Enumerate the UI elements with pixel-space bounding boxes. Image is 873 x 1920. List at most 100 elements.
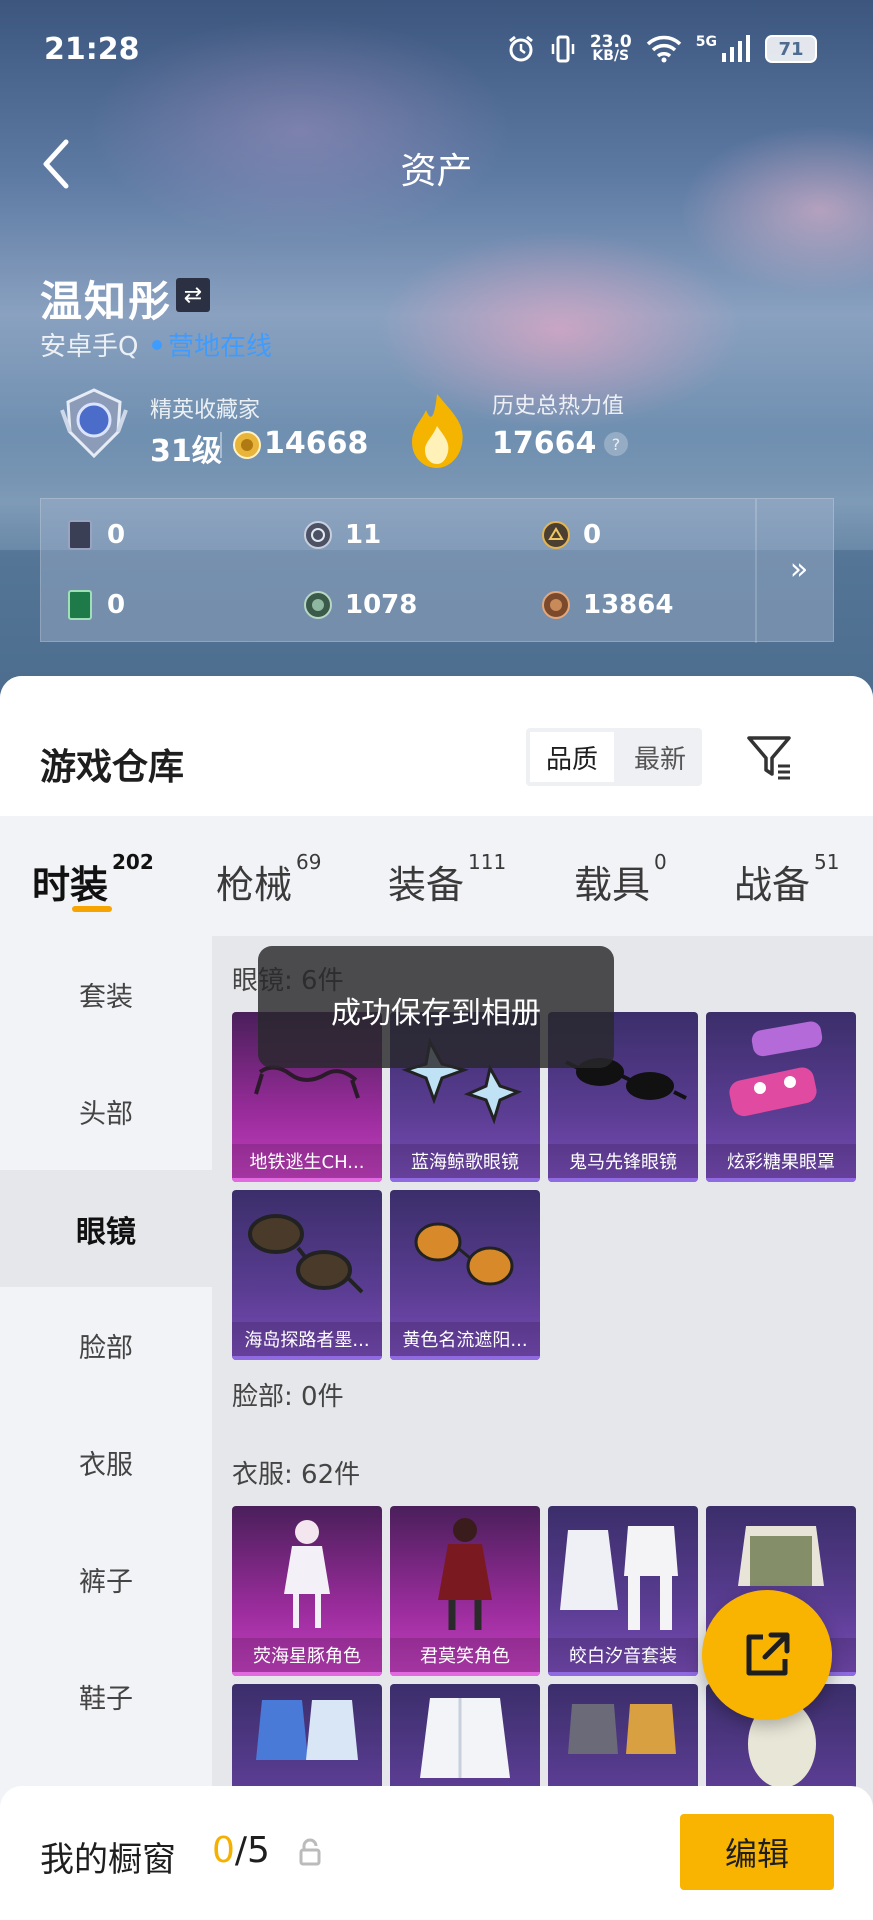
item-name: 炫彩糖果眼罩 [706,1144,856,1182]
item-card[interactable]: 海岛探路者墨... [232,1190,382,1360]
tab-equipment[interactable]: 装备111 [388,850,506,909]
item-card[interactable]: 黄色名流遮阳... [390,1190,540,1360]
rarity-bar [232,1356,382,1360]
tab-label: 载具 [574,863,651,907]
rarity-bar [548,1178,698,1182]
sort-quality-button[interactable]: 品质 [530,732,614,782]
currency-item: 13864 [541,589,673,621]
item-name: 皎白汐音套装 [548,1638,698,1676]
tab-count: 202 [112,850,154,874]
card-black-icon [68,520,92,550]
item-card[interactable]: 炫彩糖果眼罩 [706,1012,856,1182]
tab-count: 111 [468,850,507,874]
currency-item: 11 [303,519,381,551]
sidebar-item-clothes[interactable]: 衣服 [0,1404,212,1521]
tab-guns[interactable]: 枪械69 [216,850,321,909]
subcategory-sidebar: 套装 头部 眼镜 脸部 衣服 裤子 鞋子 [0,936,212,1920]
battery-indicator: 71 [765,35,817,63]
sort-newest-button[interactable]: 最新 [618,728,702,786]
warehouse-sheet: 游戏仓库 品质 最新 时装202 枪械69 装备111 载具0 战备51 套装 … [0,676,873,1920]
tab-fashion[interactable]: 时装202 [32,850,154,909]
sidebar-item-suit[interactable]: 套装 [0,936,212,1053]
glasses-art-icon [414,1222,514,1286]
tab-label: 装备 [388,863,465,907]
tab-vehicles[interactable]: 载具0 [574,850,667,909]
collector-title: 精英收藏家 [150,398,261,423]
rarity-bar [232,1178,382,1182]
coin-gold-icon [542,521,570,549]
showcase-current: 0 [212,1830,235,1871]
section-title-face: 脸部: 0件 [232,1382,344,1412]
status-bar: 21:28 23.0 KB/S 5G 71 [0,0,873,100]
sidebar-item-face[interactable]: 脸部 [0,1287,212,1404]
heat-title: 历史总热力值 [492,394,625,419]
online-status-label: 营地在线 [168,332,273,362]
item-name: 黄色名流遮阳... [390,1322,540,1360]
rarity-bar [390,1672,540,1676]
outfit-art-icon [560,1526,678,1630]
item-card[interactable]: 君莫笑角色 [390,1506,540,1676]
item-name: 鬼马先锋眼镜 [548,1144,698,1182]
currency-value: 11 [345,520,382,550]
net-speed: 23.0 KB/S [589,32,632,64]
currency-value: 0 [107,590,126,620]
collector-badge-icon [60,388,128,459]
platform-label: 安卓手Q [40,332,139,362]
sidebar-item-head[interactable]: 头部 [0,1053,212,1170]
currency-panel[interactable]: 0 11 0 0 1078 13864 » [40,498,834,643]
showcase-count: 0/5 [212,1830,270,1871]
coin-green-icon [304,591,332,619]
item-name: 蓝海鲸歌眼镜 [390,1144,540,1182]
tab-gear[interactable]: 战备51 [734,850,839,909]
online-status: 营地在线 [152,326,272,363]
item-name: 海岛探路者墨... [232,1322,382,1360]
toast-message: 成功保存到相册 [258,946,614,1068]
currency-item: 1078 [303,589,417,621]
currency-item: 0 [541,519,601,551]
sidebar-item-pants[interactable]: 裤子 [0,1521,212,1638]
flame-icon [412,394,463,468]
rarity-bar [706,1178,856,1182]
category-tabs: 时装202 枪械69 装备111 载具0 战备51 [0,816,873,936]
collector-points: 14668 [264,426,369,461]
collector-level: 31级 [150,434,222,469]
currency-value: 0 [583,520,602,550]
share-button[interactable] [702,1590,832,1720]
currency-value: 1078 [345,590,418,620]
item-card[interactable]: 皎白汐音套装 [548,1506,698,1676]
network-type: 5G [695,34,717,50]
showcase-bar: 我的橱窗 0/5 编辑 [0,1786,873,1920]
sort-toggle: 品质 最新 [526,728,702,786]
collector-points-icon [233,431,261,459]
wifi-icon [646,35,681,63]
card-green-icon [68,590,92,620]
divider [220,432,222,458]
status-icons: 23.0 KB/S 5G 71 [506,34,817,64]
filter-icon[interactable] [744,732,794,782]
currency-item: 0 [65,589,125,621]
currency-value: 13864 [583,590,674,620]
sidebar-item-shoes[interactable]: 鞋子 [0,1638,212,1755]
character-art-icon [284,1520,330,1628]
panel-divider [755,499,757,643]
rarity-bar [548,1672,698,1676]
edit-button[interactable]: 编辑 [680,1814,834,1890]
tab-label: 时装 [32,863,109,907]
heat-value: 17664 [492,426,597,461]
item-name: 君莫笑角色 [390,1638,540,1676]
tab-label: 枪械 [216,863,293,907]
section-title-clothes: 衣服: 62件 [232,1460,361,1490]
help-icon[interactable]: ? [604,432,628,456]
tab-count: 51 [814,850,840,874]
item-card[interactable]: 荧海星豚角色 [232,1506,382,1676]
more-currency-button[interactable]: » [777,547,821,591]
warehouse-header: 游戏仓库 品质 最新 [0,676,873,816]
status-time: 21:28 [44,32,140,67]
assets-page: 21:28 23.0 KB/S 5G 71 资产 温知彤 ⇄ 安卓手Q 营地在线 … [0,0,873,1920]
coin-bronze-icon [542,591,570,619]
item-name: 地铁逃生CH... [232,1144,382,1182]
glasses-art-icon [729,1021,823,1117]
active-tab-indicator [72,906,112,912]
switch-account-icon[interactable]: ⇄ [176,278,210,312]
sidebar-item-glasses[interactable]: 眼镜 [0,1170,212,1287]
